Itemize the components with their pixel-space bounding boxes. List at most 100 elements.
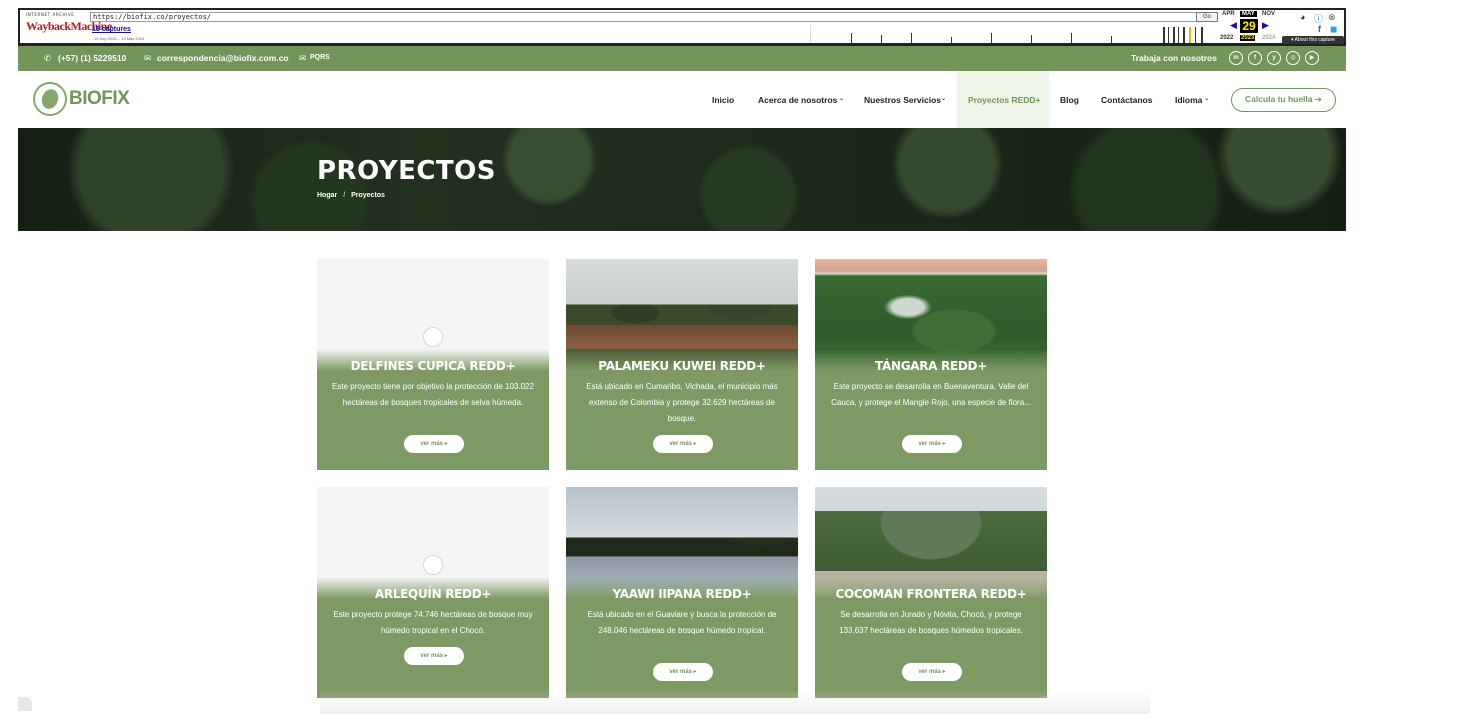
- card-description: Este proyecto protege 74.746 hectáreas d…: [333, 610, 533, 635]
- spark-tick: [1195, 27, 1196, 43]
- ver-mas-button[interactable]: ver más ▸: [653, 663, 713, 681]
- project-card-delfines[interactable]: DELFINES CUPICA REDD+ Este proyecto tien…: [317, 259, 549, 470]
- breadcrumb-home[interactable]: Hogar: [317, 192, 337, 199]
- wayback-go-button[interactable]: Go: [1196, 12, 1218, 22]
- year-prev[interactable]: 2022: [1220, 35, 1233, 41]
- chevron-down-icon: ⌄: [839, 96, 845, 102]
- chevron-down-icon: ⌄: [1204, 96, 1210, 102]
- calcula-huella-button[interactable]: Calcula tu huella ➔: [1231, 88, 1336, 112]
- nav-item-acerca[interactable]: Acerca de nosotros: [758, 95, 837, 105]
- spark-tick: [1189, 27, 1191, 43]
- card-description: Está ubicado en el Guaviare y busca la p…: [587, 610, 777, 635]
- prev-arrow-icon[interactable]: ◀: [1230, 20, 1237, 31]
- ver-mas-label: ver más: [669, 441, 692, 447]
- wayback-logo-main: WaybackMachine: [26, 19, 112, 33]
- work-with-us-link[interactable]: Trabaja con nosotros: [1131, 53, 1217, 63]
- ver-mas-button[interactable]: ver más ▸: [902, 435, 962, 453]
- nav-item-proyectos[interactable]: Proyectos REDD+: [968, 95, 1041, 105]
- project-card-cocoman[interactable]: COCOMAN FRONTERA REDD+ Se desarrolla en …: [815, 487, 1047, 698]
- ver-mas-button[interactable]: ver más ▸: [404, 435, 464, 453]
- top-contact-bar: ✆ (+57) (1) 5229510 ✉ correspondencia@bi…: [18, 46, 1346, 71]
- breadcrumb-current: Proyectos: [351, 192, 385, 199]
- wayback-logo[interactable]: INTERNET ARCHIVE WaybackMachine: [26, 12, 112, 42]
- cta-label: Calcula tu huella: [1244, 94, 1313, 104]
- card-description: Está ubicado en Cumaribo, Vichada, el mu…: [586, 382, 778, 423]
- nav-item-inicio[interactable]: Inicio: [712, 95, 734, 105]
- mail-icon: ✉: [144, 53, 152, 63]
- linkedin-icon[interactable]: in: [1229, 51, 1243, 65]
- facebook-icon[interactable]: f: [1248, 51, 1262, 65]
- month-next[interactable]: NOV: [1262, 11, 1275, 17]
- nav-item-servicios[interactable]: Nuestros Servicios: [864, 95, 941, 105]
- card-title: PALAMEKU KUWEI REDD+: [598, 359, 766, 373]
- chevron-right-icon: ▸: [693, 669, 697, 675]
- spark-tick: [1201, 27, 1203, 43]
- next-arrow-icon[interactable]: ▶: [1262, 20, 1269, 31]
- wayback-captures-link[interactable]: 15 captures: [92, 26, 131, 33]
- bottom-shadow: [320, 690, 1150, 714]
- spark-tick: [1183, 27, 1185, 43]
- facebook-icon[interactable]: f: [1318, 24, 1321, 34]
- ver-mas-label: ver más: [669, 669, 692, 675]
- card-description: Este proyecto se desarrolla en Buenavent…: [831, 382, 1031, 407]
- ver-mas-label: ver más: [918, 441, 941, 447]
- phone-icon: ✆: [44, 53, 52, 63]
- card-title: YAAWI IIPANA REDD+: [612, 587, 752, 601]
- about-capture-button[interactable]: ▾ About this capture: [1282, 36, 1344, 44]
- biofix-logo[interactable]: BIOFIX: [33, 81, 130, 117]
- instagram-icon[interactable]: ◎: [1286, 51, 1300, 65]
- wayback-url-input[interactable]: https://biofix.co/proyectos/: [90, 12, 1210, 22]
- chevron-right-icon: ▸: [942, 441, 946, 447]
- breadcrumb: Hogar / Proyectos: [317, 192, 385, 199]
- spark-tick: [1111, 36, 1112, 43]
- project-card-yaawi[interactable]: YAAWI IIPANA REDD+ Está ubicado en el Gu…: [566, 487, 798, 698]
- twitter-icon[interactable]: y: [1267, 51, 1281, 65]
- wayback-sparkline[interactable]: [810, 25, 1210, 43]
- month-prev[interactable]: APR: [1222, 11, 1235, 17]
- phone-number[interactable]: (+57) (1) 5229510: [58, 53, 126, 63]
- pqrs-link[interactable]: PQRS: [310, 54, 330, 61]
- project-card-arlequin[interactable]: ARLEQUÍN REDD+ Este proyecto protege 74.…: [317, 487, 549, 698]
- spark-tick: [1163, 27, 1165, 43]
- chevron-down-icon: ⌄: [941, 96, 947, 102]
- email-link[interactable]: correspondencia@biofix.com.co: [157, 53, 289, 63]
- close-icon[interactable]: ⊗: [1328, 12, 1336, 23]
- spark-tick: [1031, 35, 1032, 43]
- spark-tick: [1178, 27, 1179, 43]
- chevron-right-icon: ▸: [444, 441, 448, 447]
- nav-item-blog[interactable]: Blog: [1060, 95, 1079, 105]
- ver-mas-button[interactable]: ver más ▸: [404, 647, 464, 665]
- card-title: ARLEQUÍN REDD+: [374, 587, 492, 601]
- youtube-icon[interactable]: ▶: [1305, 51, 1319, 65]
- scroll-corner-widget[interactable]: [18, 697, 32, 711]
- wayback-toolbar: INTERNET ARCHIVE WaybackMachine https://…: [18, 8, 1346, 46]
- main-nav: BIOFIX Inicio Acerca de nosotros ⌄ Nuest…: [18, 71, 1346, 128]
- spark-tick: [1168, 27, 1169, 43]
- ver-mas-label: ver más: [420, 653, 443, 659]
- card-title: COCOMAN FRONTERA REDD+: [835, 587, 1027, 601]
- project-card-tangara[interactable]: TÁNGARA REDD+ Este proyecto se desarroll…: [815, 259, 1047, 470]
- leaf-logo-icon: [33, 82, 67, 116]
- nav-item-idioma[interactable]: Idioma: [1175, 95, 1202, 105]
- ver-mas-button[interactable]: ver más ▸: [902, 663, 962, 681]
- chevron-right-icon: ▸: [444, 653, 448, 659]
- pqrs-icon: ✉: [299, 53, 307, 63]
- twitter-icon[interactable]: ◼: [1330, 24, 1337, 35]
- spark-tick: [911, 33, 912, 43]
- logo-text: BIOFIX: [69, 88, 130, 109]
- nav-item-contactanos[interactable]: Contáctanos: [1101, 95, 1152, 105]
- card-title: DELFINES CUPICA REDD+: [350, 359, 516, 373]
- wayback-calendar: APR MAY NOV ◀ 29 ▶ 2022 2023 2024: [1218, 10, 1284, 44]
- user-icon[interactable]: ◕: [1300, 12, 1305, 22]
- spark-tick: [851, 33, 852, 43]
- breadcrumb-separator: /: [343, 192, 346, 199]
- year-next[interactable]: 2024: [1262, 35, 1275, 41]
- ver-mas-label: ver más: [420, 441, 443, 447]
- chevron-right-icon: ▸: [693, 441, 697, 447]
- ver-mas-button[interactable]: ver más ▸: [653, 435, 713, 453]
- card-description: Este proyecto tiene por objetivo la prot…: [332, 382, 534, 407]
- project-card-palameku[interactable]: PALAMEKU KUWEI REDD+ Está ubicado en Cum…: [566, 259, 798, 470]
- spark-tick: [991, 33, 992, 43]
- capture-day: 29: [1240, 19, 1258, 33]
- wayback-date-range: 19 Sep 2020 – 13 May 2024: [94, 36, 145, 41]
